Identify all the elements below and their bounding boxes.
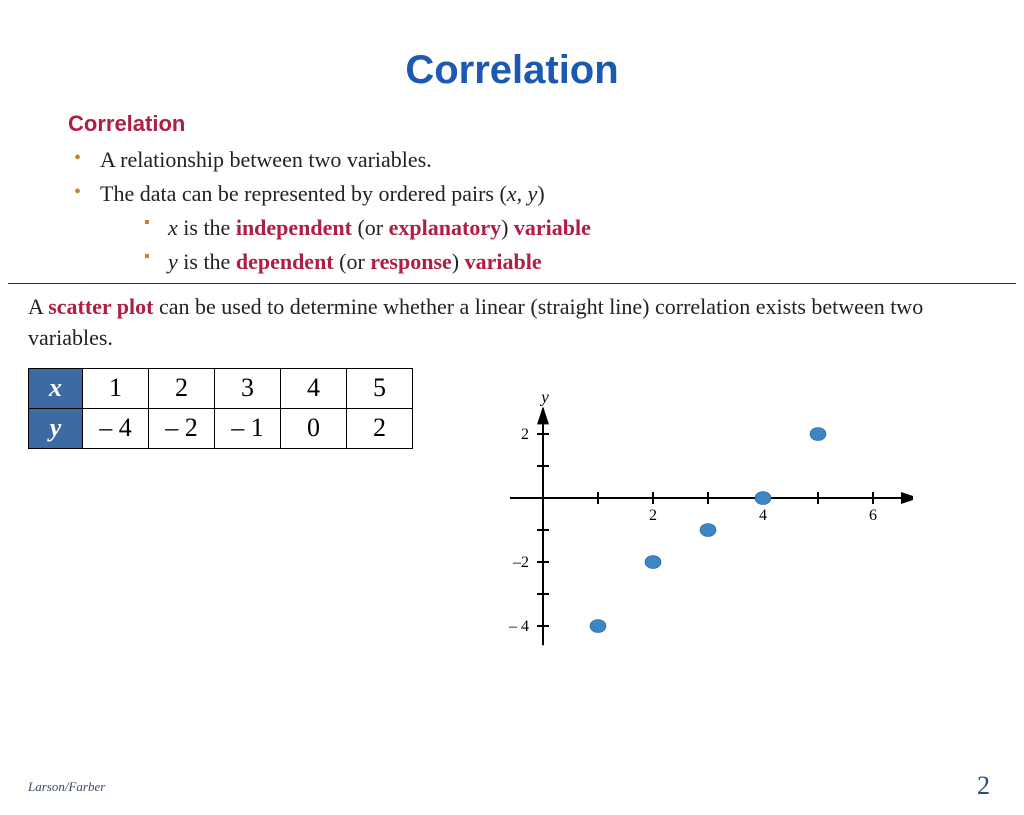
cell: 3 [215,368,281,408]
em: scatter plot [48,294,153,319]
svg-text:– 4: – 4 [508,618,529,635]
svg-text:4: 4 [759,507,767,524]
scatter-description: A scatter plot can be used to determine … [28,292,996,354]
em: independent [236,215,352,240]
sub-bullet-1: x is the independent (or explanatory) va… [140,211,1024,245]
cell: 2 [347,408,413,448]
x-var: x [168,215,178,240]
cell: 4 [281,368,347,408]
bullet-1: A relationship between two variables. [68,143,1024,177]
txt: , [517,181,528,206]
cell: 2 [149,368,215,408]
y-header: y [29,408,83,448]
txt: (or [352,215,389,240]
cell: – 2 [149,408,215,448]
bullet-2: The data can be represented by ordered p… [68,177,1024,279]
footer-author: Larson/Farber [28,779,105,795]
svg-text:–2: –2 [512,554,529,571]
txt: ) [537,181,544,206]
page-title: Correlation [0,48,1024,93]
txt: (or [334,249,371,274]
em: response [370,249,452,274]
em: explanatory [389,215,501,240]
bullet-list: A relationship between two variables. Th… [68,143,1024,279]
table-row: x 1 2 3 4 5 [29,368,413,408]
y-var: y [168,249,178,274]
svg-text:2: 2 [521,426,529,443]
svg-text:y: y [539,387,549,406]
txt: The data can be represented by ordered p… [100,181,507,206]
txt: A [28,294,48,319]
cell: – 1 [215,408,281,448]
section-subtitle: Correlation [68,111,1024,137]
cell: 1 [83,368,149,408]
svg-text:6: 6 [869,507,877,524]
scatter-svg: 2462–2– 4xy [473,368,913,658]
cell: 0 [281,408,347,448]
sub-bullet-list: x is the independent (or explanatory) va… [140,211,1024,279]
txt: ) [501,215,514,240]
cell: – 4 [83,408,149,448]
em: dependent [236,249,334,274]
txt: is the [178,249,236,274]
em: variable [514,215,591,240]
cell: 5 [347,368,413,408]
txt: is the [178,215,236,240]
x-header: x [29,368,83,408]
svg-text:2: 2 [649,507,657,524]
scatter-plot: 2462–2– 4xy [473,368,913,658]
em: variable [465,249,542,274]
sub-bullet-2: y is the dependent (or response) variabl… [140,245,1024,279]
x-var: x [507,181,517,206]
divider [8,283,1016,284]
table-row: y – 4 – 2 – 1 0 2 [29,408,413,448]
y-var: y [528,181,538,206]
txt: ) [452,249,465,274]
page-number: 2 [977,771,990,801]
txt: can be used to determine whether a linea… [28,294,923,350]
data-table: x 1 2 3 4 5 y – 4 – 2 – 1 0 2 [28,368,413,449]
